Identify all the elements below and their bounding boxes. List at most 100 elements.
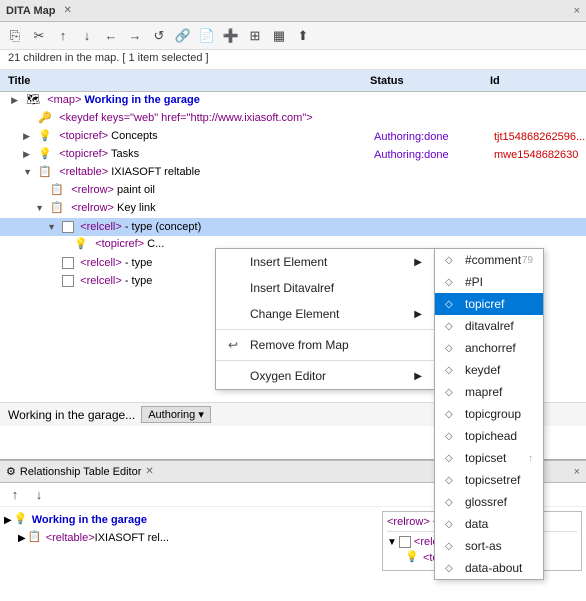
rel-tree-row[interactable]: ▶ 💡 Working in the garage bbox=[4, 511, 374, 529]
toolbar-link[interactable]: 🔗 bbox=[172, 25, 194, 47]
expand-arrow[interactable]: ▶ bbox=[23, 131, 35, 142]
submenu-ditavalref[interactable]: ◇ ditavalref bbox=[435, 315, 543, 337]
tree-row-selected[interactable]: ▼ <relcell> - type (concept) bbox=[0, 218, 586, 236]
sub-icon: ◇ bbox=[445, 277, 459, 288]
expand-arrow[interactable]: ▼ bbox=[387, 537, 397, 548]
submenu-label: topicsetref bbox=[465, 473, 520, 487]
toolbar-doc[interactable]: 📄 bbox=[196, 25, 218, 47]
checkbox-icon[interactable] bbox=[62, 221, 74, 233]
gear-icon: ⚙ bbox=[6, 465, 16, 478]
toolbar-copy[interactable]: ⎘ bbox=[4, 25, 26, 47]
submenu-keydef[interactable]: ◇ keydef bbox=[435, 359, 543, 381]
rel-tree: ▶ 💡 Working in the garage ▶ 📋 <reltable>… bbox=[4, 511, 374, 571]
checkbox-icon[interactable] bbox=[62, 275, 74, 287]
expand-arrow[interactable]: ▶ bbox=[18, 533, 26, 544]
panel-title: DITA Map bbox=[6, 5, 56, 17]
submenu-arrow: ▶ bbox=[414, 371, 422, 382]
submenu-arrow: ▶ bbox=[414, 257, 422, 268]
menu-change-element[interactable]: Change Element ▶ bbox=[216, 301, 434, 327]
expand-arrow[interactable]: ▶ bbox=[23, 149, 35, 160]
menu-separator bbox=[216, 329, 434, 330]
sub-icon: ◇ bbox=[445, 497, 459, 508]
submenu: ◇ #comment 79 ◇ #PI ◇ topicref ◇ ditaval… bbox=[434, 248, 544, 580]
sub-icon: ◇ bbox=[445, 299, 459, 310]
expand-arrow[interactable]: ▶ bbox=[4, 515, 12, 526]
submenu-label: data bbox=[465, 517, 488, 531]
toolbar-table[interactable]: ▦ bbox=[268, 25, 290, 47]
tree-row[interactable]: 🔑 <keydef keys="web" href="http://www.ix… bbox=[0, 110, 586, 128]
submenu-label: topichead bbox=[465, 429, 517, 443]
topicref-icon: 💡 bbox=[38, 129, 54, 145]
col-status: Status bbox=[370, 75, 490, 87]
toolbar-left[interactable]: ← bbox=[100, 25, 122, 47]
submenu-data[interactable]: ◇ data bbox=[435, 513, 543, 535]
sub-icon: ◇ bbox=[445, 387, 459, 398]
toolbar-grid[interactable]: ⊞ bbox=[244, 25, 266, 47]
expand-arrow[interactable]: ▶ bbox=[11, 95, 23, 106]
submenu-topicsetref[interactable]: ◇ topicsetref bbox=[435, 469, 543, 491]
submenu-anchorref[interactable]: ◇ anchorref bbox=[435, 337, 543, 359]
tree-row[interactable]: ▶ 💡 <topicref> Concepts Authoring:done t… bbox=[0, 128, 586, 146]
toolbar-undo[interactable]: ↺ bbox=[148, 25, 170, 47]
submenu-label: #comment bbox=[465, 253, 521, 267]
tree-row[interactable]: ▼ 📋 <relrow> Key link bbox=[0, 200, 586, 218]
submenu-topicset[interactable]: ◇ topicset ↑ bbox=[435, 447, 543, 469]
map-icon: 🗺 bbox=[26, 93, 42, 109]
expand-arrow[interactable]: ▼ bbox=[23, 167, 35, 177]
working-icon: 💡 bbox=[14, 512, 30, 528]
sub-icon: ◇ bbox=[445, 541, 459, 552]
submenu-comment[interactable]: ◇ #comment 79 bbox=[435, 249, 543, 271]
submenu-label: mapref bbox=[465, 385, 502, 399]
submenu-label: #PI bbox=[465, 275, 483, 289]
rel-down-button[interactable]: ↓ bbox=[28, 484, 50, 506]
toolbar-add[interactable]: ➕ bbox=[220, 25, 242, 47]
sub-icon: ◇ bbox=[445, 409, 459, 420]
submenu-arrow: ▶ bbox=[414, 309, 422, 320]
expand-arrow[interactable]: ▼ bbox=[35, 203, 47, 213]
submenu-label: ditavalref bbox=[465, 319, 514, 333]
sub-icon: ◇ bbox=[445, 255, 459, 266]
rel-tree-row[interactable]: ▶ 📋 <reltable> IXIASOFT rel... bbox=[4, 529, 374, 547]
sub-icon: ◇ bbox=[445, 343, 459, 354]
sub-icon: ◇ bbox=[445, 365, 459, 376]
submenu-data-about[interactable]: ◇ data-about bbox=[435, 557, 543, 579]
panel-header: DITA Map ✕ × bbox=[0, 0, 586, 22]
menu-oxygen-editor[interactable]: Oxygen Editor ▶ bbox=[216, 363, 434, 389]
topicref-icon: 💡 bbox=[74, 237, 90, 253]
sub-icon: ◇ bbox=[445, 519, 459, 530]
tree-row[interactable]: ▼ 📋 <reltable> IXIASOFT reltable bbox=[0, 164, 586, 182]
tree-row[interactable]: 📋 <relrow> paint oil bbox=[0, 182, 586, 200]
submenu-topicgroup[interactable]: ◇ topicgroup bbox=[435, 403, 543, 425]
toolbar-right[interactable]: → bbox=[124, 25, 146, 47]
rel-panel-title: Relationship Table Editor bbox=[20, 466, 141, 478]
tree-row[interactable]: ▶ 🗺 <map> Working in the garage bbox=[0, 92, 586, 110]
menu-remove-from-map[interactable]: ↩ Remove from Map bbox=[216, 332, 434, 358]
tree-row[interactable]: ▶ 💡 <topicref> Tasks Authoring:done mwe1… bbox=[0, 146, 586, 164]
submenu-glossref[interactable]: ◇ glossref bbox=[435, 491, 543, 513]
submenu-mapref[interactable]: ◇ mapref bbox=[435, 381, 543, 403]
checkbox-icon[interactable] bbox=[399, 536, 411, 548]
toolbar-export[interactable]: ⬆ bbox=[292, 25, 314, 47]
toolbar-down[interactable]: ↓ bbox=[76, 25, 98, 47]
reltable-icon: 📋 bbox=[38, 165, 54, 181]
rel-close-button[interactable]: × bbox=[574, 466, 580, 478]
relrow-icon: 📋 bbox=[50, 201, 66, 217]
toolbar: ⎘ ✂ ↑ ↓ ← → ↺ 🔗 📄 ➕ ⊞ ▦ ⬆ bbox=[0, 22, 586, 50]
toolbar-up[interactable]: ↑ bbox=[52, 25, 74, 47]
submenu-topichead[interactable]: ◇ topichead bbox=[435, 425, 543, 447]
remove-icon: ↩ bbox=[228, 338, 246, 352]
submenu-pi[interactable]: ◇ #PI bbox=[435, 271, 543, 293]
expand-arrow[interactable]: ▼ bbox=[47, 222, 59, 232]
toolbar-cut[interactable]: ✂ bbox=[28, 25, 50, 47]
close-button[interactable]: × bbox=[574, 5, 580, 17]
submenu-topicref[interactable]: ◇ topicref bbox=[435, 293, 543, 315]
menu-label: Remove from Map bbox=[250, 338, 349, 352]
panel-tab-icon: ✕ bbox=[64, 5, 72, 16]
authoring-dropdown[interactable]: Authoring ▾ bbox=[141, 406, 211, 423]
rel-up-button[interactable]: ↑ bbox=[4, 484, 26, 506]
menu-insert-ditavalref[interactable]: Insert Ditavalref bbox=[216, 275, 434, 301]
menu-insert-element[interactable]: Insert Element ▶ bbox=[216, 249, 434, 275]
checkbox-icon[interactable] bbox=[62, 257, 74, 269]
submenu-sort-as[interactable]: ◇ sort-as bbox=[435, 535, 543, 557]
topicref-icon: 💡 bbox=[38, 147, 54, 163]
